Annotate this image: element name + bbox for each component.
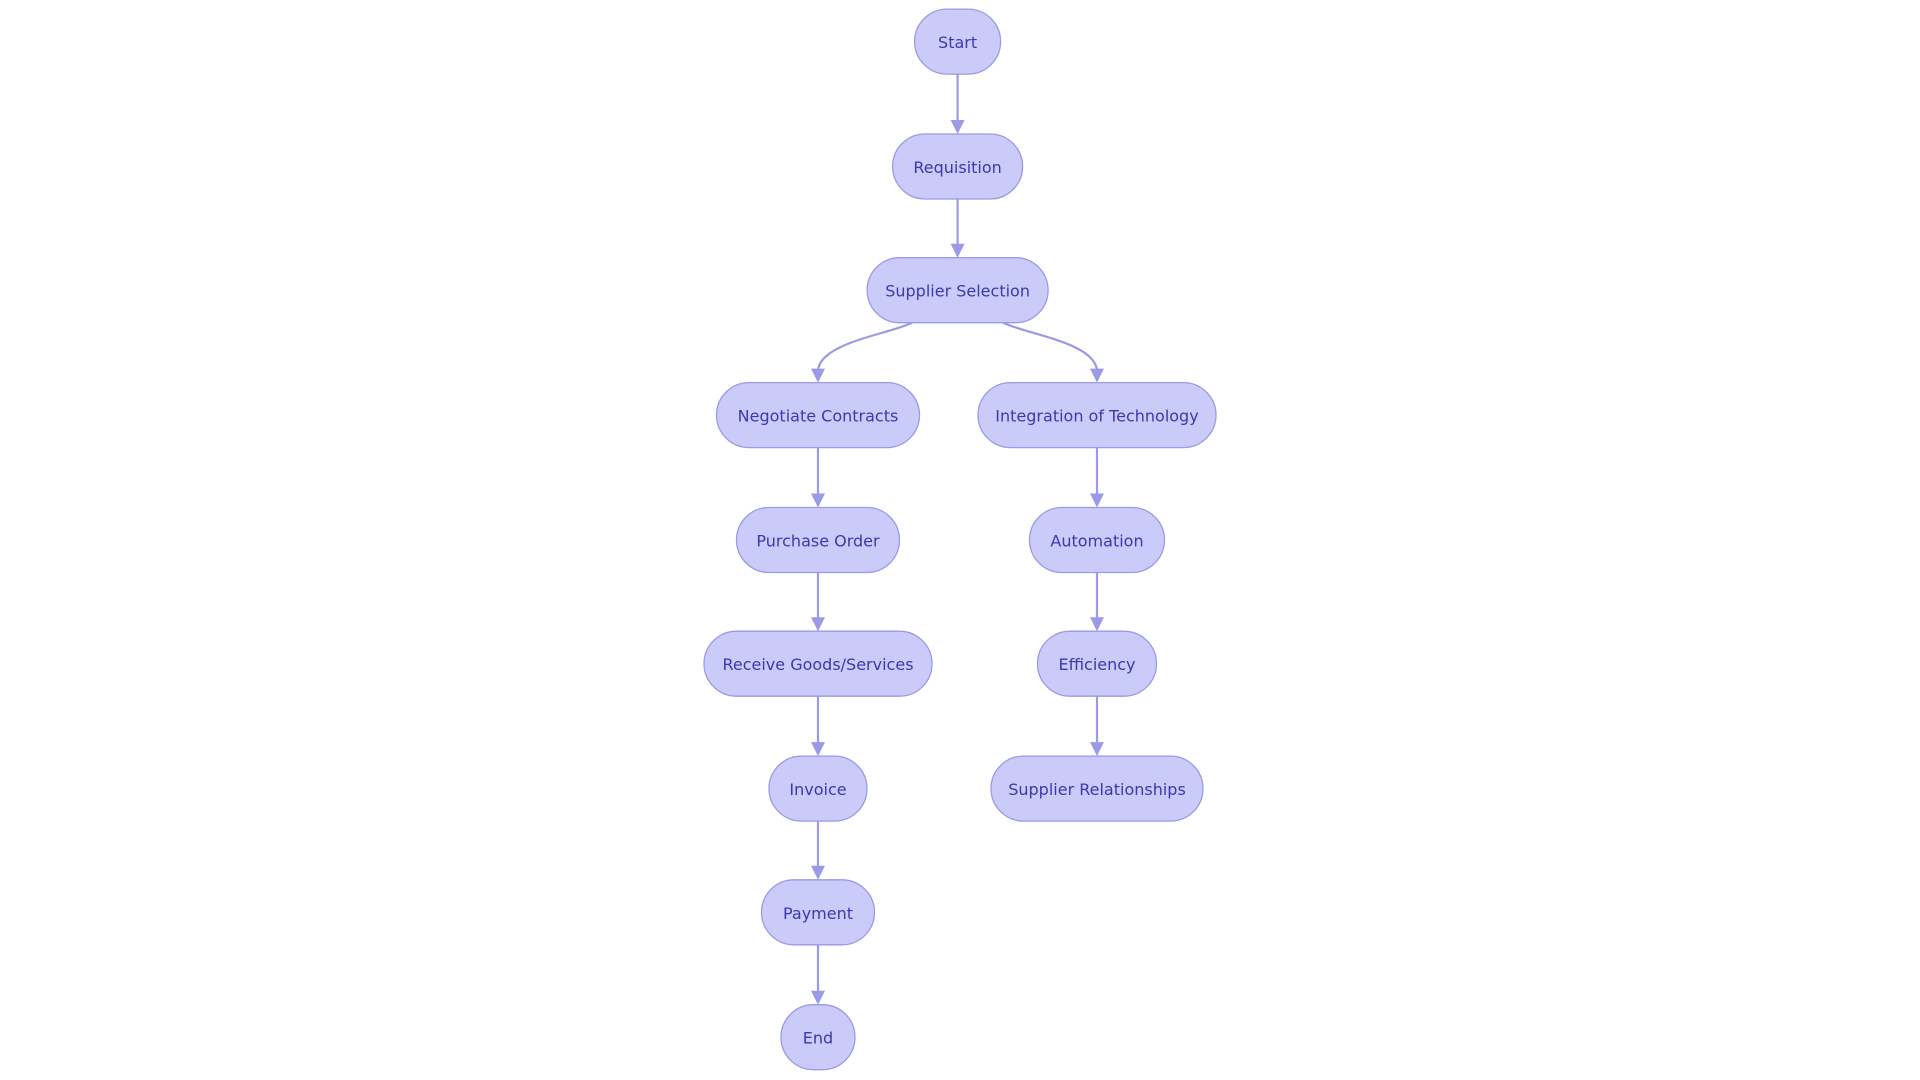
- arrowhead-icon: [811, 742, 825, 757]
- edge-integration-of-technology-to-automation: [1090, 447, 1104, 508]
- node-supplier-relationships: Supplier Relationships: [990, 755, 1204, 822]
- arrowhead-icon: [1090, 493, 1104, 508]
- arrowhead-icon: [1090, 617, 1104, 632]
- node-label: Negotiate Contracts: [738, 407, 899, 426]
- node-invoice: Invoice: [768, 755, 868, 822]
- node-label: Invoice: [789, 780, 846, 799]
- node-payment: Payment: [760, 879, 876, 946]
- node-label: Requisition: [913, 158, 1001, 177]
- node-purchase-order: Purchase Order: [735, 506, 901, 574]
- node-label: Supplier Relationships: [1008, 780, 1186, 799]
- node-label: Payment: [783, 904, 853, 923]
- edge-line: [1002, 321, 1099, 371]
- node-end: End: [780, 1004, 856, 1071]
- arrowhead-icon: [811, 865, 825, 880]
- arrowhead-icon: [950, 120, 965, 134]
- node-label: Efficiency: [1058, 655, 1135, 674]
- edge-automation-to-efficiency: [1090, 572, 1104, 632]
- edge-receive-goods-services-to-invoice: [811, 696, 825, 757]
- node-efficiency: Efficiency: [1036, 630, 1158, 697]
- nodes-layer: Start Requisition Supplier Selection Negoti…: [703, 8, 1217, 1071]
- edge-supplier-selection-to-negotiate-contracts: [811, 321, 913, 383]
- node-label: Automation: [1050, 532, 1143, 551]
- edge-purchase-order-to-receive-goods-services: [811, 572, 825, 632]
- node-label: Integration of Technology: [995, 407, 1198, 426]
- edge-requisition-to-supplier-selection: [950, 199, 965, 258]
- flowchart-canvas: Start Requisition Supplier Selection Negoti…: [703, 8, 1217, 1071]
- node-label: Start: [938, 33, 977, 52]
- arrowhead-icon: [811, 990, 825, 1005]
- edge-start-to-requisition: [950, 74, 965, 134]
- edge-payment-to-end: [811, 944, 825, 1005]
- node-label: Supplier Selection: [885, 282, 1030, 301]
- edge-efficiency-to-supplier-relationships: [1090, 696, 1104, 757]
- arrowhead-icon: [811, 493, 825, 508]
- edge-line: [816, 321, 913, 371]
- node-label: End: [803, 1029, 833, 1048]
- arrowhead-icon: [811, 617, 825, 632]
- node-automation: Automation: [1028, 506, 1166, 574]
- node-receive-goods-services: Receive Goods/Services: [703, 630, 933, 697]
- arrowhead-icon: [950, 243, 965, 258]
- node-integration-of-technology: Integration of Technology: [977, 381, 1217, 449]
- edge-supplier-selection-to-integration-of-technology: [1002, 321, 1104, 383]
- node-requisition: Requisition: [891, 133, 1024, 200]
- edge-negotiate-contracts-to-purchase-order: [811, 447, 825, 508]
- node-supplier-selection: Supplier Selection: [866, 257, 1049, 324]
- node-negotiate-contracts: Negotiate Contracts: [715, 381, 921, 449]
- edge-invoice-to-payment: [811, 821, 825, 880]
- node-label: Purchase Order: [756, 532, 880, 551]
- arrowhead-icon: [1090, 368, 1104, 383]
- arrowhead-icon: [811, 368, 825, 383]
- arrowhead-icon: [1090, 742, 1104, 757]
- node-label: Receive Goods/Services: [722, 655, 913, 674]
- node-start: Start: [913, 8, 1002, 75]
